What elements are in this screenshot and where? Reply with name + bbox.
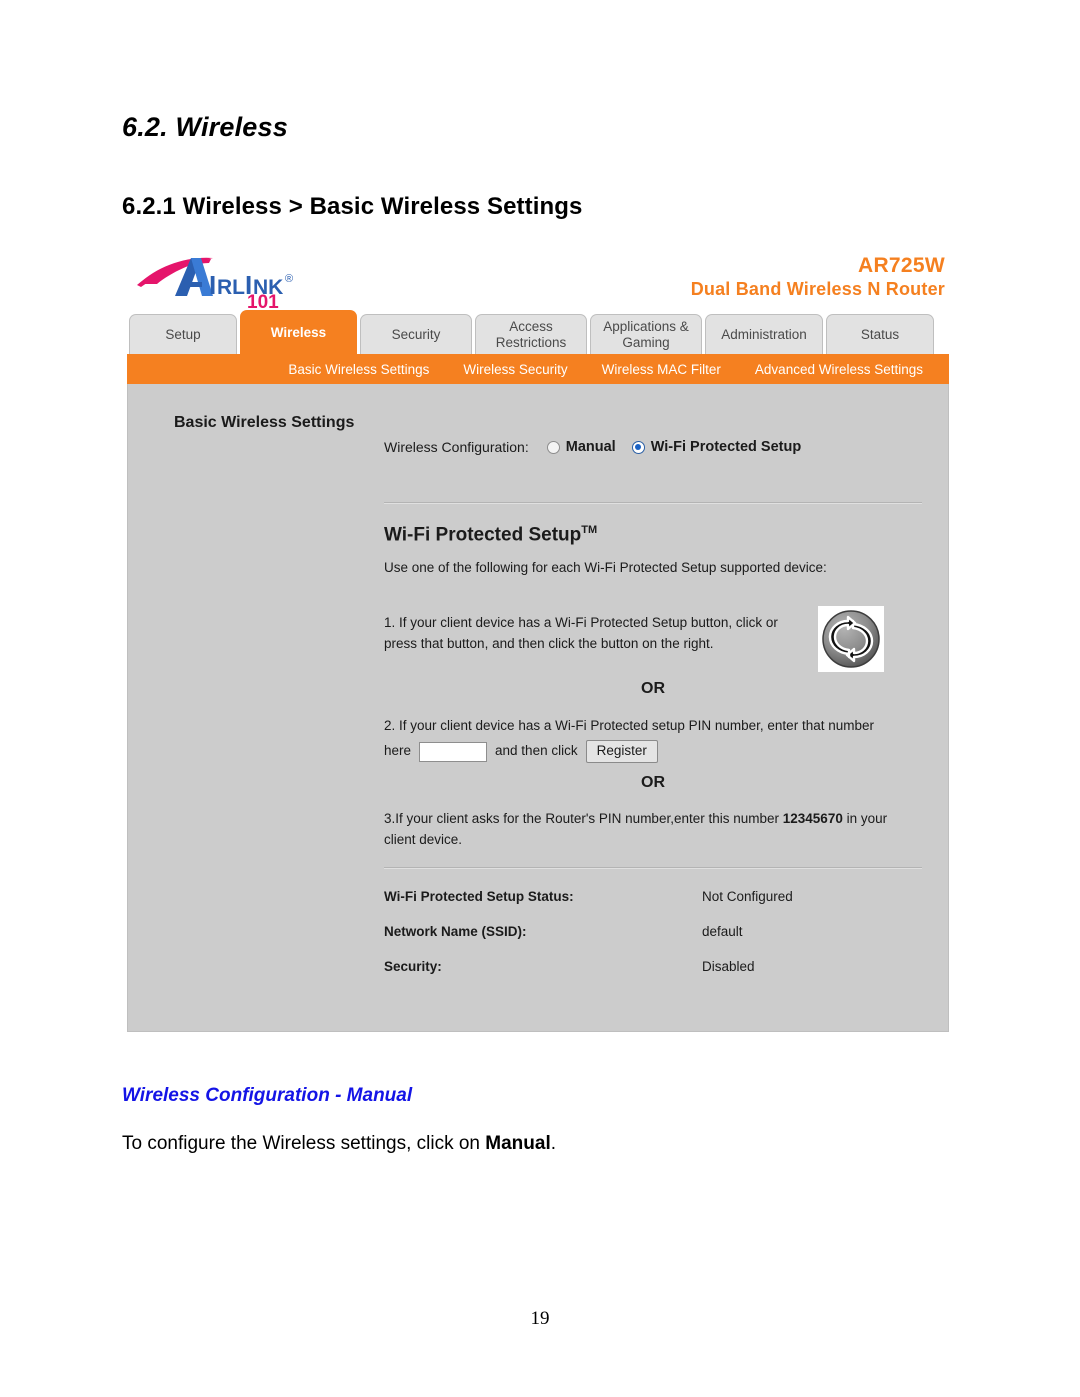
tab-administration[interactable]: Administration — [705, 314, 823, 354]
page-title: 6.2. Wireless — [122, 112, 288, 142]
status-row: Wi-Fi Protected Setup Status: Not Config… — [384, 889, 922, 904]
wps-step-3: 3.If your client asks for the Router's P… — [384, 809, 914, 851]
wps-heading-text: Wi-Fi Protected Setup — [384, 524, 582, 546]
tab-applications-gaming[interactable]: Applications & Gaming — [590, 314, 702, 354]
wps-pin-entry-line: here and then click Register — [384, 739, 904, 764]
wps-status-list: Wi-Fi Protected Setup Status: Not Config… — [384, 889, 922, 994]
status-value-ssid: default — [702, 924, 743, 939]
main-tab-bar: Setup Wireless Security Access Restricti… — [127, 310, 949, 354]
radio-dot-wps-icon — [631, 440, 645, 454]
wps-step-3-prefix: 3.If your client asks for the Router's P… — [384, 811, 783, 826]
page-number: 19 — [530, 1308, 550, 1329]
wps-step-2-click-label: and then click — [495, 743, 578, 759]
or-separator-2: OR — [641, 774, 665, 791]
tab-status[interactable]: Status — [826, 314, 934, 354]
wireless-configuration-row: Wireless Configuration: Manual Wi-Fi Pro… — [384, 439, 817, 455]
radio-label-wifi-protected-setup: Wi-Fi Protected Setup — [650, 439, 802, 455]
subnav-wireless-mac-filter[interactable]: Wireless MAC Filter — [602, 362, 721, 377]
subnav-advanced-wireless-settings[interactable]: Advanced Wireless Settings — [755, 362, 923, 377]
wps-heading: Wi-Fi Protected SetupTM — [384, 524, 597, 546]
or-separator-1: OR — [641, 680, 665, 697]
router-admin-screenshot: I RL I NK ® 101 AR725W Dual Band Wireles… — [127, 250, 949, 1032]
divider-top — [384, 502, 922, 504]
body-text-prefix: To configure the Wireless settings, clic… — [122, 1133, 486, 1154]
wps-router-pin-value: 12345670 — [782, 811, 843, 826]
wps-intro-text: Use one of the following for each Wi-Fi … — [384, 560, 827, 575]
status-row: Network Name (SSID): default — [384, 924, 922, 939]
body-paragraph: To configure the Wireless settings, clic… — [122, 1133, 556, 1155]
router-model-name: AR725W — [858, 254, 945, 277]
divider-bottom — [384, 867, 922, 869]
wps-step-1-text: 1. If your client device has a Wi-Fi Pro… — [384, 615, 778, 651]
router-model-description: Dual Band Wireless N Router — [690, 278, 945, 299]
status-label-ssid: Network Name (SSID): — [384, 924, 527, 939]
content-section-title: Basic Wireless Settings — [174, 414, 355, 431]
airlink-logo: I RL I NK ® 101 — [135, 252, 345, 310]
wps-step-2: 2. If your client device has a Wi-Fi Pro… — [384, 716, 904, 764]
svg-text:®: ® — [285, 273, 293, 285]
wps-push-button-icon[interactable] — [818, 606, 884, 672]
tab-access-restrictions[interactable]: Access Restrictions — [475, 314, 587, 354]
wps-step-2-line1: 2. If your client device has a Wi-Fi Pro… — [384, 718, 874, 733]
router-content-panel: Basic Wireless Settings Wireless Configu… — [127, 384, 949, 1032]
tab-security[interactable]: Security — [360, 314, 472, 354]
radio-label-manual: Manual — [565, 439, 616, 455]
router-header: I RL I NK ® 101 AR725W Dual Band Wireles… — [127, 250, 949, 312]
radio-dot-manual-icon — [546, 440, 560, 454]
svg-text:I: I — [209, 270, 216, 300]
wireless-configuration-radio-group: Manual Wi-Fi Protected Setup — [546, 439, 817, 455]
status-label-wps-status: Wi-Fi Protected Setup Status: — [384, 889, 574, 904]
svg-text:101: 101 — [247, 292, 279, 310]
router-model-block: AR725W Dual Band Wireless N Router — [691, 254, 945, 300]
status-row: Security: Disabled — [384, 959, 922, 974]
body-text-suffix: . — [550, 1133, 556, 1154]
status-value-wps-status: Not Configured — [702, 889, 793, 904]
wps-pin-input[interactable] — [419, 741, 488, 762]
wireless-configuration-label: Wireless Configuration: — [384, 439, 529, 455]
radio-option-wifi-protected-setup[interactable]: Wi-Fi Protected Setup — [631, 439, 802, 455]
section-subtitle: 6.2.1 Wireless > Basic Wireless Settings — [122, 193, 583, 220]
wireless-subnav: Basic Wireless Settings Wireless Securit… — [127, 354, 949, 384]
subnav-basic-wireless-settings[interactable]: Basic Wireless Settings — [288, 362, 429, 377]
status-label-security: Security: — [384, 959, 442, 974]
status-value-security: Disabled — [702, 959, 755, 974]
wps-trademark-mark: TM — [581, 524, 598, 536]
subnav-wireless-security[interactable]: Wireless Security — [463, 362, 567, 377]
tab-wireless[interactable]: Wireless — [240, 310, 357, 354]
svg-text:RL: RL — [217, 276, 245, 299]
body-text-emphasis: Manual — [485, 1133, 551, 1154]
figure-caption: Wireless Configuration - Manual — [122, 1085, 413, 1106]
wps-step-2-here-label: here — [384, 743, 412, 759]
tab-setup[interactable]: Setup — [129, 314, 237, 354]
register-button[interactable]: Register — [585, 739, 658, 764]
radio-option-manual[interactable]: Manual — [546, 439, 616, 455]
